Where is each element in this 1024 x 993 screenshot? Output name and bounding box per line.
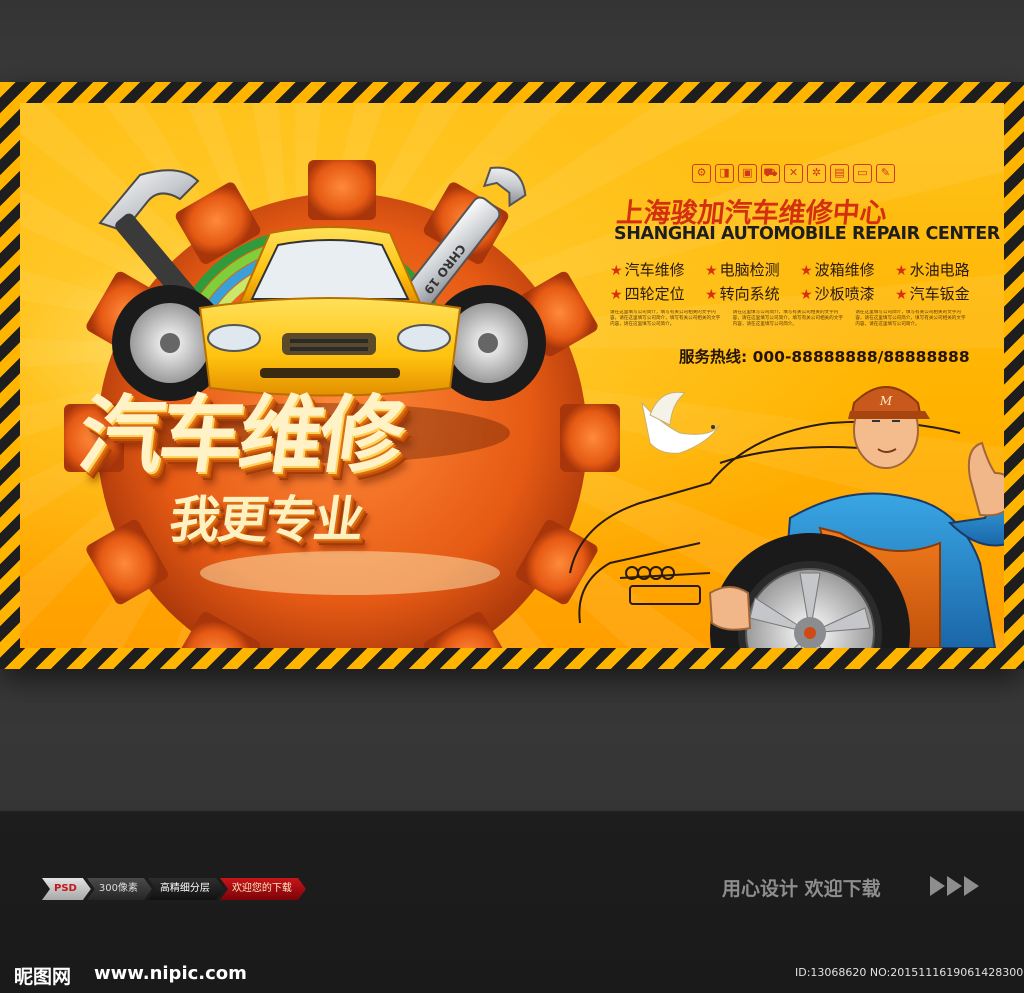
headline-main: 汽车维修: [73, 386, 407, 484]
service-item: ★ 汽车钣金: [895, 283, 980, 304]
service-label: 波箱维修: [814, 261, 875, 279]
service-hotline: 服务热线: 000-88888888/88888888: [679, 348, 970, 366]
service-list: ★ 汽车维修 ★ 电脑检测 ★ 波箱维修 ★ 水油电路 ★ 四轮定位 ★ 转向系统 ★ 沙板喷漆 ★ 汽车钣金: [610, 259, 980, 304]
download-link[interactable]: 欢迎您的下载: [220, 878, 306, 900]
image-id: ID:13068620 NO:20151116190614283000: [795, 966, 1024, 979]
star-icon: ★: [895, 287, 908, 303]
engine-icon: ▣: [738, 164, 757, 183]
arrow-right-icon: [930, 876, 945, 896]
service-item: ★ 水油电路: [895, 259, 980, 280]
service-item: ★ 汽车维修: [610, 259, 695, 280]
wheel-icon: ✲: [807, 164, 826, 183]
download-info-strip: PSD 300像素 高精细分层 欢迎您的下载: [42, 878, 302, 900]
company-name-en: SHANGHAI AUTOMOBILE REPAIR CENTER: [614, 224, 1000, 244]
service-label: 沙板喷漆: [814, 285, 875, 303]
hazard-stripe-frame: CHRO 19 M 汽车维修 我更专业 ⚙ ◨ ▣ ⛟ ✕ ✲ ▤ ▭ ✎ 上海…: [0, 82, 1024, 669]
tools-icon: ✕: [784, 164, 803, 183]
company-intro-column: 请在这里填写公司简介，填写有关公司相关的文字内容，请在这里填写公司简介，填写有关…: [855, 310, 966, 327]
poster-panel: CHRO 19 M 汽车维修 我更专业 ⚙ ◨ ▣ ⛟ ✕ ✲ ▤ ▭ ✎ 上海…: [20, 103, 1004, 648]
cap-logo: M: [879, 394, 893, 408]
site-logo[interactable]: 昵图网: [14, 962, 71, 989]
site-brand: 昵图网: [14, 966, 72, 988]
star-icon: ★: [705, 287, 718, 303]
company-intro: 请在这里填写公司简介，填写有关公司相关的文字内容，请在这里填写公司简介，填写有关…: [610, 310, 970, 336]
service-item: ★ 转向系统: [705, 283, 790, 304]
service-label: 汽车维修: [624, 261, 685, 279]
poster-artwork: CHRO 19 M: [64, 160, 1004, 648]
battery-icon: ▤: [830, 164, 849, 183]
tag-psd: PSD: [42, 878, 91, 900]
arrow-right-icon: [964, 876, 979, 896]
footer-slogan: 用心设计 欢迎下载: [722, 878, 881, 900]
service-icon-row: ⚙ ◨ ▣ ⛟ ✕ ✲ ▤ ▭ ✎: [692, 164, 895, 183]
service-label: 四轮定位: [624, 285, 685, 303]
service-item: ★ 波箱维修: [800, 259, 885, 280]
play-arrows-icon: [930, 876, 979, 896]
service-label: 水油电路: [909, 261, 970, 279]
service-item: ★ 沙板喷漆: [800, 283, 885, 304]
star-icon: ★: [705, 263, 718, 279]
car-front-icon: ⛟: [761, 164, 780, 183]
service-label: 电脑检测: [719, 261, 780, 279]
star-icon: ★: [895, 263, 908, 279]
company-intro-column: 请在这里填写公司简介，填写有关公司相关的文字内容，请在这里填写公司简介，填写有关…: [732, 310, 843, 327]
company-intro-column: 请在这里填写公司简介，填写有关公司相关的文字内容，请在这里填写公司简介，填写有关…: [610, 310, 721, 327]
arrow-right-icon: [947, 876, 962, 896]
car-side-icon: ▭: [853, 164, 872, 183]
star-icon: ★: [610, 263, 623, 279]
service-item: ★ 四轮定位: [610, 283, 695, 304]
service-label: 转向系统: [719, 285, 780, 303]
star-icon: ★: [610, 287, 623, 303]
wrench-icon: ✎: [876, 164, 895, 183]
car-icon: ◨: [715, 164, 734, 183]
headline-sub: 我更专业: [165, 491, 367, 549]
tag-layers: 高精细分层: [148, 878, 224, 900]
site-url-link[interactable]: www.nipic.com: [94, 963, 247, 984]
service-label: 汽车钣金: [909, 285, 970, 303]
dove-icon: [641, 391, 721, 454]
gear-icon: ⚙: [692, 164, 711, 183]
service-item: ★ 电脑检测: [705, 259, 790, 280]
tag-resolution: 300像素: [87, 878, 152, 900]
star-icon: ★: [800, 287, 813, 303]
star-icon: ★: [800, 263, 813, 279]
